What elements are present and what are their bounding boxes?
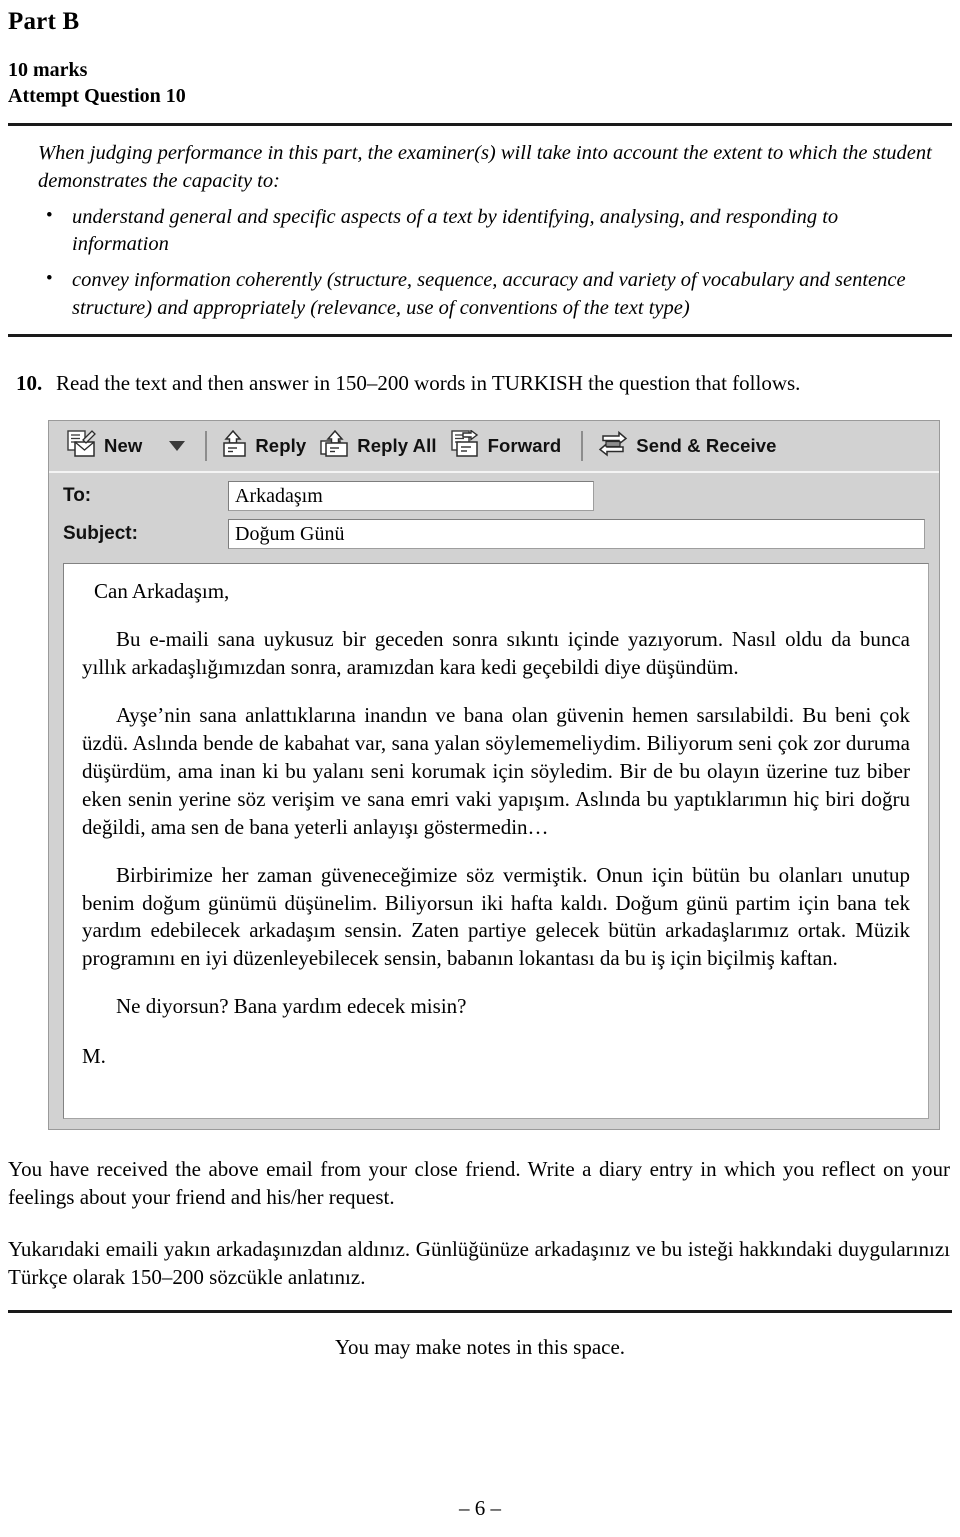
attempt-instruction: Attempt Question 10 (8, 84, 186, 107)
to-field-label: To: (63, 485, 92, 507)
email-header-fields: To: Arkadaşım Subject: Doğum Günü (49, 473, 939, 561)
subject-field-row: Subject: Doğum Günü (63, 519, 925, 550)
criteria-item: • convey information coherently (structu… (38, 267, 932, 322)
chevron-down-icon[interactable] (169, 441, 186, 452)
email-paragraph: Ayşe’nin sana anlattıklarına inandın ve … (82, 702, 910, 839)
email-paragraph: Bu e-maili sana uykusuz bir geceden sonr… (82, 627, 910, 680)
reply-icon (221, 429, 248, 463)
send-receive-icon (597, 430, 629, 463)
criteria-item-text: convey information coherently (structure… (72, 268, 906, 319)
email-signature: M. (82, 1044, 106, 1069)
marks-value: 10 marks (8, 59, 88, 81)
reply-button-label: Reply (255, 435, 307, 457)
task-instructions: You have received the above email from y… (0, 1130, 960, 1292)
email-paragraph: Ne diyorsun? Bana yardım edecek misin? (116, 994, 467, 1019)
page-title: Part B (8, 8, 80, 35)
email-salutation: Can Arkadaşım, (94, 579, 230, 604)
criteria-intro: When judging performance in this part, t… (38, 142, 932, 192)
criteria-box: When judging performance in this part, t… (0, 126, 960, 322)
new-button[interactable]: New (63, 428, 195, 465)
marks-block: 10 marks Attempt Question 10 (0, 36, 960, 109)
exam-page: Part B 10 marks Attempt Question 10 When… (0, 0, 960, 1537)
instruction-english: You have received the above email from y… (8, 1157, 950, 1210)
forward-button[interactable]: Forward (447, 428, 572, 465)
criteria-item: • understand general and specific aspect… (38, 204, 932, 259)
question-number: 10. (16, 371, 43, 396)
to-input[interactable]: Arkadaşım (228, 481, 594, 512)
criteria-list: • understand general and specific aspect… (38, 204, 932, 323)
subject-input[interactable]: Doğum Günü (228, 519, 925, 550)
send-receive-button-label: Send & Receive (636, 435, 777, 457)
new-mail-icon (67, 429, 97, 463)
email-paragraph: Birbirimize her zaman güveneceğimize söz… (82, 862, 910, 971)
new-button-label: New (104, 435, 143, 457)
email-toolbar: New Reply Reply All Forward Send & Recei… (49, 421, 939, 474)
toolbar-separator (581, 431, 584, 462)
question-text: Read the text and then answer in 150–200… (56, 371, 801, 396)
reply-button[interactable]: Reply (217, 428, 316, 465)
notes-space-label: You may make notes in this space. (334, 1334, 626, 1359)
page-number: – 6 – (459, 1496, 501, 1520)
criteria-item-text: understand general and specific aspects … (72, 205, 839, 256)
email-client-window: New Reply Reply All Forward Send & Recei… (48, 420, 940, 1131)
reply-all-icon (320, 429, 350, 463)
bullet-icon: • (46, 204, 53, 226)
subject-field-label: Subject: (63, 523, 138, 545)
question-block: 10. Read the text and then answer in 150… (0, 337, 960, 396)
to-field-row: To: Arkadaşım (63, 481, 925, 512)
email-body-panel[interactable]: Can Arkadaşım, Bu e-maili sana uykusuz b… (63, 563, 929, 1120)
forward-button-label: Forward (487, 435, 562, 457)
instruction-turkish: Yukarıdaki emaili yakın arkadaşınızdan a… (8, 1237, 950, 1289)
reply-all-button-label: Reply All (357, 435, 437, 457)
forward-icon (450, 428, 481, 463)
bullet-icon: • (46, 267, 53, 289)
reply-all-button[interactable]: Reply All (316, 428, 446, 465)
toolbar-separator (205, 431, 208, 462)
send-receive-button[interactable]: Send & Receive (593, 428, 786, 465)
